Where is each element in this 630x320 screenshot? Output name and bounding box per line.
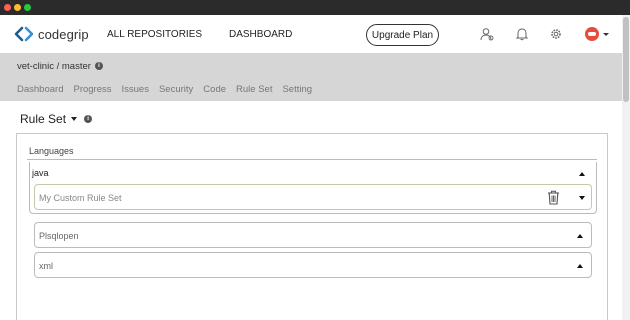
language-name: java xyxy=(32,168,49,178)
chevron-down-icon[interactable] xyxy=(71,117,78,121)
tab-issues[interactable]: Issues xyxy=(122,84,149,95)
chevron-down-icon[interactable] xyxy=(603,33,609,36)
tab-dashboard[interactable]: Dashboard xyxy=(17,84,63,95)
rule-set-panel: Languages java My Custom Rule Set Plsqlo… xyxy=(16,133,608,320)
tab-security[interactable]: Security xyxy=(159,84,193,95)
tab-progress[interactable]: Progress xyxy=(73,84,111,95)
chevron-up-icon[interactable] xyxy=(577,234,583,238)
codegrip-logo[interactable]: codegrip xyxy=(14,25,89,43)
logo-icon xyxy=(14,26,34,42)
chevron-down-icon[interactable] xyxy=(579,196,585,200)
logo-text: codegrip xyxy=(38,26,89,42)
language-name: xml xyxy=(39,261,53,271)
page-scrollbar[interactable] xyxy=(622,15,630,320)
top-navigation: codegrip ALL REPOSITORIES DASHBOARD Upgr… xyxy=(0,15,622,53)
scrollbar-thumb[interactable] xyxy=(623,17,629,102)
rule-set-select-value: My Custom Rule Set xyxy=(39,193,122,203)
chevron-up-icon[interactable] xyxy=(577,264,583,268)
language-group-xml[interactable]: xml xyxy=(34,252,592,278)
language-name: Plsqlopen xyxy=(39,231,79,241)
chevron-up-icon[interactable] xyxy=(579,172,585,176)
divider xyxy=(27,159,597,160)
bell-icon[interactable] xyxy=(515,27,529,41)
rule-set-dropdown[interactable]: Rule Set i xyxy=(20,112,93,126)
gear-icon[interactable] xyxy=(549,27,563,41)
upgrade-plan-button[interactable]: Upgrade Plan xyxy=(366,24,439,46)
window-titlebar xyxy=(0,0,630,15)
info-icon[interactable]: i xyxy=(84,115,93,123)
page-title: Rule Set xyxy=(20,112,67,126)
repository-name: vet-clinic / master i xyxy=(17,61,103,72)
avatar[interactable] xyxy=(585,27,599,41)
languages-label: Languages xyxy=(29,146,74,156)
nav-dashboard[interactable]: DASHBOARD xyxy=(229,29,292,40)
repository-name-text: vet-clinic / master xyxy=(17,61,91,72)
minimize-window-icon[interactable] xyxy=(14,4,21,11)
close-window-icon[interactable] xyxy=(4,4,11,11)
tab-setting[interactable]: Setting xyxy=(282,84,312,95)
maximize-window-icon[interactable] xyxy=(24,4,31,11)
language-group-plsqlopen[interactable]: Plsqlopen xyxy=(34,222,592,248)
user-icon[interactable] xyxy=(480,27,494,41)
repository-header: vet-clinic / master i Dashboard Progress … xyxy=(0,53,622,101)
info-icon[interactable]: i xyxy=(94,62,103,71)
trash-icon[interactable] xyxy=(547,190,560,205)
rule-set-select[interactable]: My Custom Rule Set xyxy=(34,184,592,210)
repository-tabs: Dashboard Progress Issues Security Code … xyxy=(17,84,322,95)
nav-all-repositories[interactable]: ALL REPOSITORIES xyxy=(107,29,202,40)
language-group-java: java My Custom Rule Set xyxy=(29,162,597,214)
tab-rule-set[interactable]: Rule Set xyxy=(236,84,272,95)
tab-code[interactable]: Code xyxy=(203,84,226,95)
